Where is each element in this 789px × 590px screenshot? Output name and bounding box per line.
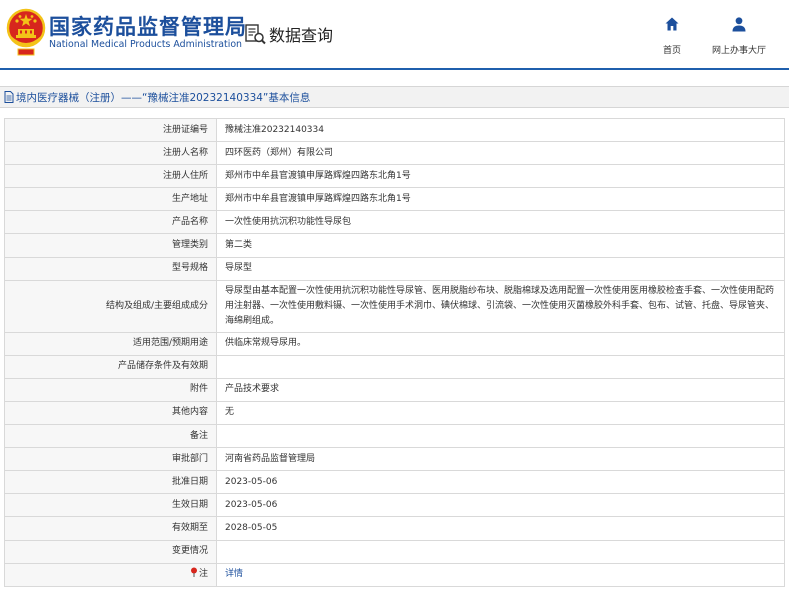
table-row: 备注 bbox=[4, 424, 785, 449]
row-label: 有效期至 bbox=[4, 516, 217, 541]
row-value: 产品技术要求 bbox=[216, 377, 785, 402]
table-row: 生效日期 2023-05-06 bbox=[4, 493, 785, 518]
table-row: 产品名称 一次性使用抗沉积功能性导尿包 bbox=[4, 210, 785, 235]
table-row: 变更情况 bbox=[4, 539, 785, 564]
table-row: 附件 产品技术要求 bbox=[4, 377, 785, 402]
row-label: 备注 bbox=[4, 424, 217, 449]
table-row: 注册证编号 豫械注准20232140334 bbox=[4, 117, 785, 143]
row-label: 注册证编号 bbox=[4, 117, 217, 143]
row-label: 批准日期 bbox=[4, 470, 217, 495]
row-label: 适用范围/预期用途 bbox=[4, 331, 217, 356]
row-value: 四环医药（郑州）有限公司 bbox=[216, 141, 785, 166]
row-value: 2023-05-06 bbox=[216, 470, 785, 495]
row-value: 导尿型 bbox=[216, 256, 785, 281]
row-value: 供临床常规导尿用。 bbox=[216, 331, 785, 356]
table-row: 批准日期 2023-05-06 bbox=[4, 470, 785, 495]
details-link[interactable]: 详情 bbox=[225, 569, 243, 579]
table-row: 管理类别 第二类 bbox=[4, 233, 785, 258]
table-row: 型号规格 导尿型 bbox=[4, 256, 785, 281]
nav-home-label: 首页 bbox=[662, 46, 681, 56]
row-label: 管理类别 bbox=[4, 233, 217, 258]
row-label: 结构及组成/主要组成成分 bbox=[4, 279, 217, 333]
document-icon bbox=[4, 91, 14, 103]
row-value bbox=[216, 539, 785, 564]
row-value bbox=[216, 354, 785, 379]
row-value: 导尿型由基本配置一次性使用抗沉积功能性导尿管、医用脱脂纱布块、脱脂棉球及选用配置… bbox=[216, 279, 785, 333]
row-value: 河南省药品监督管理局 bbox=[216, 447, 785, 472]
nav-office-label: 网上办事大厅 bbox=[711, 46, 766, 56]
registration-info-table: 注册证编号 豫械注准20232140334 注册人名称 四环医药（郑州）有限公司… bbox=[4, 117, 785, 587]
row-label: 生效日期 bbox=[4, 493, 217, 518]
nav-home-link[interactable]: 首页 bbox=[654, 16, 690, 57]
data-query-label: 数据查询 bbox=[269, 26, 334, 45]
data-query-link[interactable]: 数据查询 bbox=[244, 21, 333, 47]
page-title: 境内医疗器械（注册）——“豫械注准20232140334”基本信息 bbox=[16, 91, 311, 104]
row-value bbox=[216, 424, 785, 449]
row-value: 2028-05-05 bbox=[216, 516, 785, 541]
table-row: 其他内容 无 bbox=[4, 400, 785, 426]
table-row: 适用范围/预期用途 供临床常规导尿用。 bbox=[4, 331, 785, 356]
note-label-cell: 注 bbox=[4, 562, 217, 587]
table-row: 结构及组成/主要组成成分 导尿型由基本配置一次性使用抗沉积功能性导尿管、医用脱脂… bbox=[4, 279, 785, 333]
pin-icon bbox=[190, 567, 197, 578]
row-label: 附件 bbox=[4, 377, 217, 402]
search-document-icon bbox=[245, 24, 266, 45]
home-icon bbox=[665, 17, 679, 31]
row-label: 型号规格 bbox=[4, 256, 217, 281]
table-row: 注册人名称 四环医药（郑州）有限公司 bbox=[4, 141, 785, 166]
table-row: 产品储存条件及有效期 bbox=[4, 354, 785, 379]
table-row: 注册人住所 郑州市中牟县官渡镇申厚路辉煌四路东北角1号 bbox=[4, 164, 785, 189]
row-label: 产品储存条件及有效期 bbox=[4, 354, 217, 379]
row-label: 注册人名称 bbox=[4, 141, 217, 166]
user-icon bbox=[732, 17, 746, 32]
page-title-bar: 境内医疗器械（注册）——“豫械注准20232140334”基本信息 bbox=[0, 86, 789, 108]
nav-office-link[interactable]: 网上办事大厅 bbox=[706, 16, 772, 57]
row-label: 产品名称 bbox=[4, 210, 217, 235]
row-label: 其他内容 bbox=[4, 400, 217, 426]
org-name-en: National Medical Products Administration bbox=[49, 39, 243, 50]
row-value: 一次性使用抗沉积功能性导尿包 bbox=[216, 210, 785, 235]
site-header: 国家药品监督管理局 National Medical Products Admi… bbox=[0, 0, 789, 70]
row-label: 变更情况 bbox=[4, 539, 217, 564]
table-row: 生产地址 郑州市中牟县官渡镇申厚路辉煌四路东北角1号 bbox=[4, 187, 785, 212]
row-label: 审批部门 bbox=[4, 447, 217, 472]
table-row: 注 详情 bbox=[4, 562, 785, 587]
row-value: 2023-05-06 bbox=[216, 493, 785, 518]
row-value: 第二类 bbox=[216, 233, 785, 258]
national-emblem-icon bbox=[6, 8, 46, 56]
table-row: 有效期至 2028-05-05 bbox=[4, 516, 785, 541]
row-label: 注 bbox=[198, 569, 208, 580]
org-name-cn: 国家药品监督管理局 bbox=[49, 15, 247, 39]
row-value: 详情 bbox=[216, 562, 785, 587]
row-value: 郑州市中牟县官渡镇申厚路辉煌四路东北角1号 bbox=[216, 164, 785, 189]
table-row: 审批部门 河南省药品监督管理局 bbox=[4, 447, 785, 472]
row-value: 无 bbox=[216, 400, 785, 426]
row-label: 注册人住所 bbox=[4, 164, 217, 189]
row-value: 豫械注准20232140334 bbox=[216, 117, 785, 143]
row-value: 郑州市中牟县官渡镇申厚路辉煌四路东北角1号 bbox=[216, 187, 785, 212]
row-label: 生产地址 bbox=[4, 187, 217, 212]
